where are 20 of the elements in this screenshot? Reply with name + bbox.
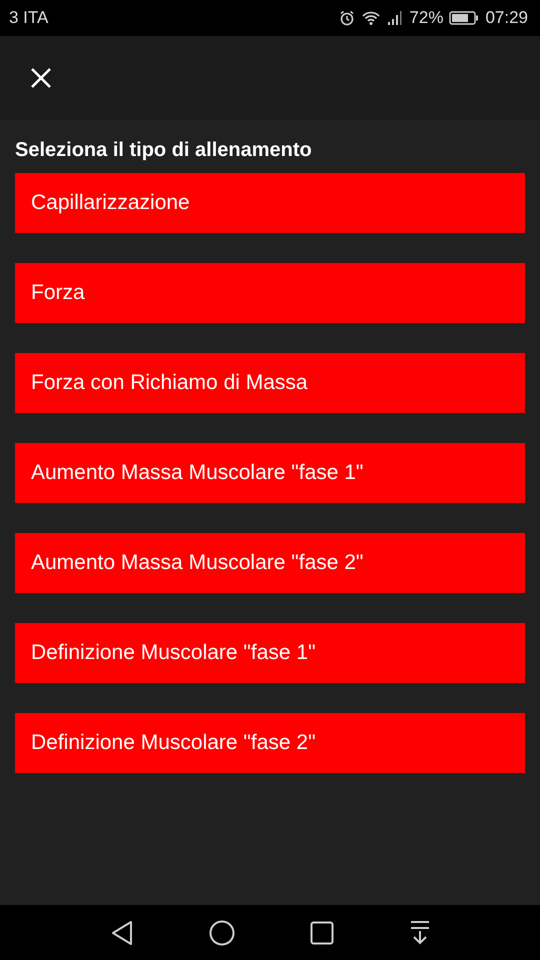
signal-icon xyxy=(387,10,404,26)
workout-type-button[interactable]: Aumento Massa Muscolare "fase 2" xyxy=(15,533,525,593)
alarm-icon xyxy=(339,10,356,26)
workout-type-button[interactable]: Forza con Richiamo di Massa xyxy=(15,353,525,413)
workout-type-button[interactable]: Forza xyxy=(15,263,525,323)
workout-type-button[interactable]: Definizione Muscolare "fase 1" xyxy=(15,623,525,683)
notification-pull-icon[interactable] xyxy=(408,920,430,946)
back-icon[interactable] xyxy=(110,920,134,946)
clock-time: 07:29 xyxy=(485,8,528,28)
home-icon[interactable] xyxy=(208,920,234,946)
workout-type-button[interactable]: Definizione Muscolare "fase 2" xyxy=(15,713,525,773)
workout-type-button[interactable]: Aumento Massa Muscolare "fase 1" xyxy=(15,443,525,503)
wifi-icon xyxy=(361,10,382,26)
battery-percent: 72% xyxy=(409,8,444,28)
carrier-name: 3 ITA xyxy=(9,8,48,28)
screen-title: Seleziona il tipo di allenamento xyxy=(15,138,313,163)
close-icon[interactable] xyxy=(30,67,52,89)
workout-type-button[interactable]: Capillarizzazione xyxy=(15,173,525,233)
recents-icon[interactable] xyxy=(310,920,334,944)
battery-icon xyxy=(449,10,480,26)
